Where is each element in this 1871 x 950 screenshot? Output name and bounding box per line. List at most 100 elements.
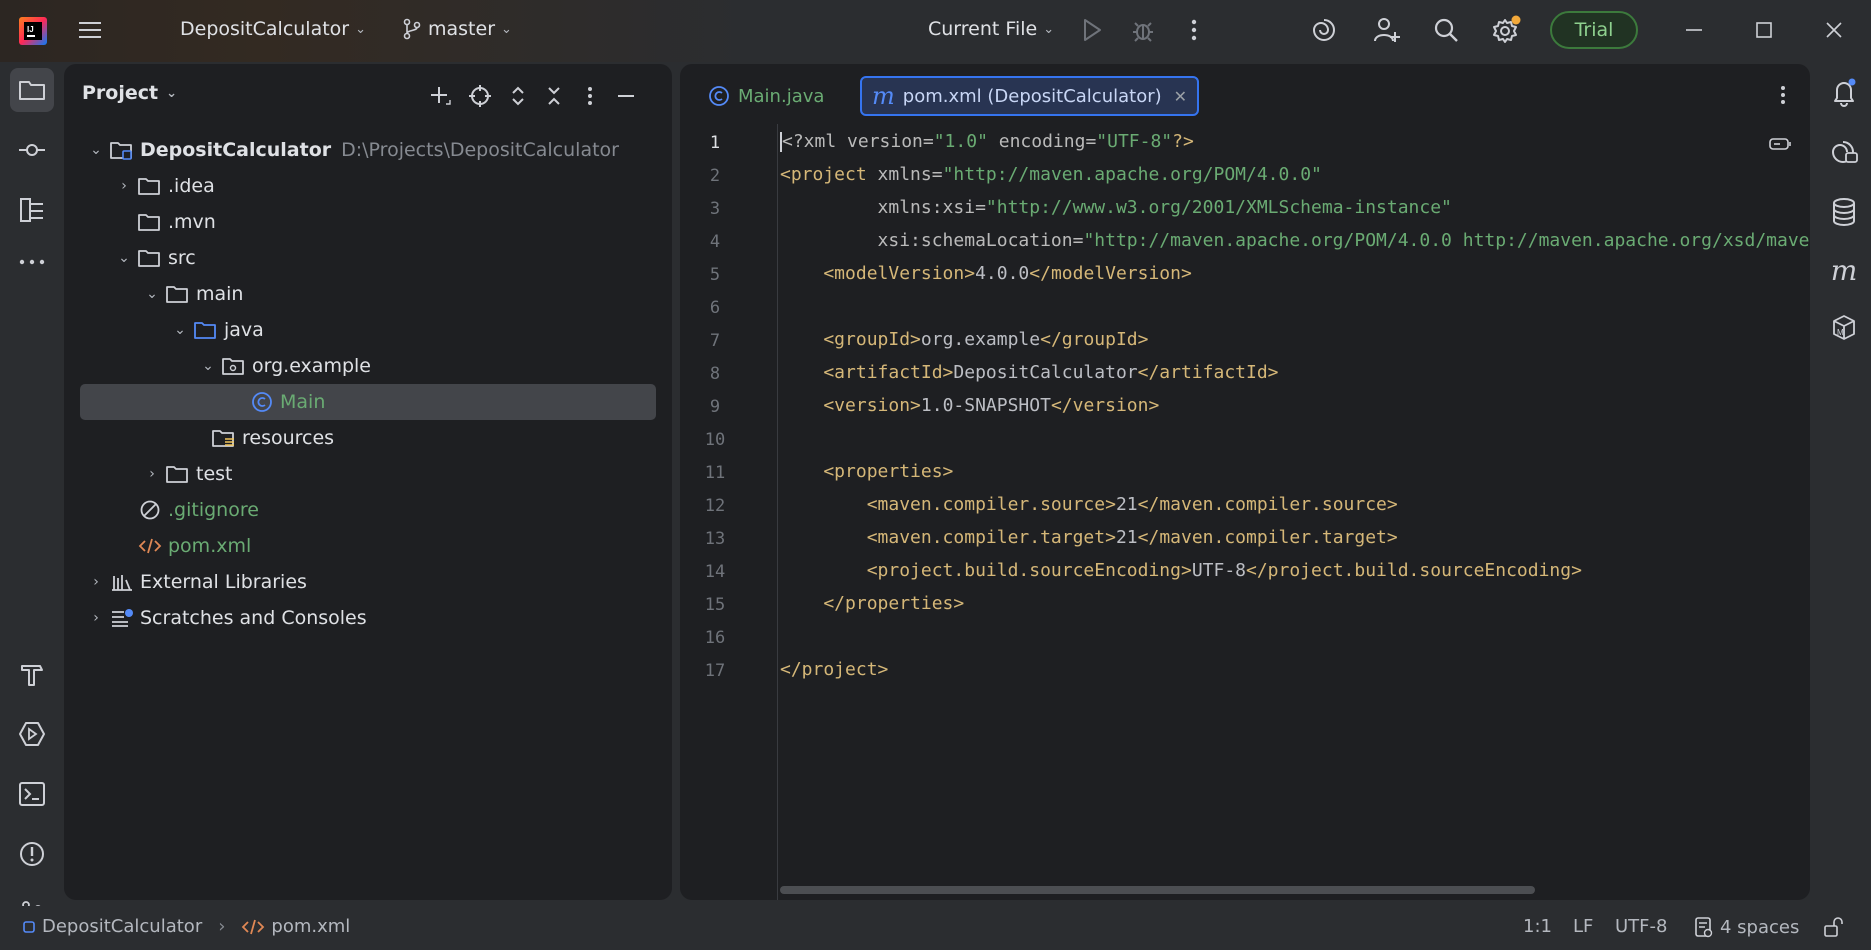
debug-icon[interactable] xyxy=(1130,17,1156,43)
more-tool-windows-icon[interactable] xyxy=(10,240,54,284)
java-class-icon xyxy=(250,392,274,412)
build-hammer-icon[interactable] xyxy=(10,652,54,696)
horizontal-scrollbar[interactable] xyxy=(780,886,1535,894)
tree-item-main-class[interactable]: Main xyxy=(80,384,656,420)
code-line-4[interactable]: xsi:schemaLocation="http://maven.apache.… xyxy=(780,230,1810,251)
run-icon[interactable] xyxy=(1080,17,1104,43)
line-number: 15 xyxy=(704,595,726,615)
code-line-5[interactable]: <modelVersion>4.0.0</modelVersion> xyxy=(780,263,1191,284)
chevron-right-icon[interactable]: › xyxy=(88,610,104,626)
line-separator[interactable]: LF xyxy=(1573,916,1593,937)
options-more-icon[interactable] xyxy=(572,80,608,112)
tree-item-gitignore[interactable]: .gitignore xyxy=(80,492,656,528)
code-line-12[interactable]: <maven.compiler.source>21</maven.compile… xyxy=(780,494,1398,515)
chevron-down-icon[interactable]: ⌄ xyxy=(144,286,160,302)
code-line-9[interactable]: <version>1.0-SNAPSHOT</version> xyxy=(780,395,1159,416)
indent-settings[interactable]: 4 spaces xyxy=(1694,916,1799,938)
tree-item-src[interactable]: ⌄ src xyxy=(80,240,656,276)
chevron-down-icon[interactable]: ⌄ xyxy=(172,322,188,338)
maven-m-icon[interactable]: m xyxy=(1824,250,1864,290)
code-token: xmlns:xsi= xyxy=(780,197,986,218)
tree-item-org-example[interactable]: ⌄ org.example xyxy=(80,348,656,384)
tree-item-test[interactable]: › test xyxy=(80,456,656,492)
read-only-lock-icon[interactable] xyxy=(1822,916,1844,938)
code-token: UTF-8 xyxy=(1191,560,1246,581)
maximize-window-icon[interactable] xyxy=(1752,16,1776,44)
add-user-icon[interactable] xyxy=(1372,15,1402,45)
code-line-14[interactable]: <project.build.sourceEncoding>UTF-8</pro… xyxy=(780,560,1582,581)
project-view-selector[interactable]: Project ⌄ xyxy=(82,82,177,104)
chevron-right-icon[interactable]: › xyxy=(144,466,160,482)
collapse-all-icon[interactable] xyxy=(536,80,572,112)
more-actions-icon[interactable] xyxy=(1186,16,1202,44)
notifications-bell-icon[interactable] xyxy=(1824,72,1864,112)
code-line-7[interactable]: <groupId>org.example</groupId> xyxy=(780,329,1148,350)
branch-switcher[interactable]: master ⌄ xyxy=(402,18,512,40)
code-line-15[interactable]: </properties> xyxy=(780,593,964,614)
editor-tabs-more-icon[interactable] xyxy=(1778,82,1788,112)
intellij-logo-icon[interactable]: IJ xyxy=(18,16,48,46)
tree-item-mvn[interactable]: .mvn xyxy=(80,204,656,240)
code-line-1[interactable]: <?xml version="1.0" encoding="UTF-8"?> xyxy=(780,131,1194,152)
terminal-icon[interactable] xyxy=(10,772,54,816)
close-window-icon[interactable] xyxy=(1822,16,1846,44)
tree-item-external-libraries[interactable]: › External Libraries xyxy=(80,564,656,600)
tab-main-java[interactable]: Main.java xyxy=(698,76,834,116)
settings-gear-icon[interactable] xyxy=(1490,14,1522,46)
chevron-down-icon[interactable]: ⌄ xyxy=(88,142,104,158)
tree-item-resources[interactable]: resources xyxy=(80,420,656,456)
project-switcher[interactable]: DepositCalculator ⌄ xyxy=(180,18,366,40)
breadcrumb-file[interactable]: pom.xml xyxy=(271,916,350,937)
breadcrumb: DepositCalculator › pom.xml xyxy=(22,916,350,937)
code-line-13[interactable]: <maven.compiler.target>21</maven.compile… xyxy=(780,527,1398,548)
tab-label: pom.xml (DepositCalculator) xyxy=(902,85,1162,107)
caret-position[interactable]: 1:1 xyxy=(1523,916,1552,937)
search-icon[interactable] xyxy=(1432,16,1460,44)
locate-file-crosshair-icon[interactable] xyxy=(460,80,500,112)
code-line-3[interactable]: xmlns:xsi="http://www.w3.org/2001/XMLSch… xyxy=(780,197,1452,218)
gradle-cube-icon[interactable]: M xyxy=(1824,308,1864,348)
file-encoding[interactable]: UTF-8 xyxy=(1615,916,1667,937)
chevron-down-icon: ⌄ xyxy=(166,85,177,101)
breadcrumb-project[interactable]: DepositCalculator xyxy=(42,916,202,937)
tree-item-label: test xyxy=(196,463,233,485)
tree-item-project-root[interactable]: ⌄ DepositCalculator D:\Projects\DepositC… xyxy=(80,132,656,168)
folder-icon xyxy=(166,284,190,304)
run-configuration-selector[interactable]: Current File ⌄ xyxy=(928,18,1054,40)
chevron-down-icon[interactable]: ⌄ xyxy=(116,250,132,266)
close-tab-icon[interactable]: ✕ xyxy=(1174,87,1187,106)
code-line-11[interactable]: <properties> xyxy=(780,461,953,482)
tab-pom-xml[interactable]: m pom.xml (DepositCalculator) ✕ xyxy=(860,76,1200,116)
code-line-17[interactable]: </project> xyxy=(780,659,888,680)
folder-icon xyxy=(138,212,162,232)
chevron-down-icon[interactable]: ⌄ xyxy=(200,358,216,374)
database-icon[interactable] xyxy=(1824,192,1864,232)
code-token: <?xml version= xyxy=(782,131,934,152)
tree-item-main[interactable]: ⌄ main xyxy=(80,276,656,312)
minimize-window-icon[interactable] xyxy=(1682,16,1706,44)
tree-item-idea[interactable]: › .idea xyxy=(80,168,656,204)
code-line-8[interactable]: <artifactId>DepositCalculator</artifactI… xyxy=(780,362,1278,383)
code-line-2[interactable]: <project xmlns="http://maven.apache.org/… xyxy=(780,164,1322,185)
tree-item-scratches[interactable]: › Scratches and Consoles xyxy=(80,600,656,636)
ai-assistant-icon[interactable] xyxy=(1310,16,1338,44)
project-tool-folder-icon[interactable] xyxy=(10,68,54,112)
chevron-right-icon[interactable]: › xyxy=(116,178,132,194)
tree-item-pom-xml[interactable]: pom.xml xyxy=(80,528,656,564)
ai-chat-icon[interactable] xyxy=(1824,132,1864,172)
chevron-right-icon[interactable]: › xyxy=(88,574,104,590)
services-run-icon[interactable] xyxy=(10,712,54,756)
main-menu-icon[interactable] xyxy=(76,16,104,44)
libraries-icon xyxy=(110,572,134,592)
new-file-plus-icon[interactable] xyxy=(420,80,460,112)
hide-panel-minus-icon[interactable] xyxy=(608,80,644,112)
code-token: 21 xyxy=(1115,494,1138,515)
tree-item-java[interactable]: ⌄ java xyxy=(80,312,656,348)
reader-mode-icon[interactable] xyxy=(1768,136,1792,156)
expand-all-icon[interactable] xyxy=(500,80,536,112)
trial-badge-button[interactable]: Trial xyxy=(1550,11,1638,49)
git-branch-icon xyxy=(402,18,422,40)
structure-icon[interactable] xyxy=(10,188,54,232)
commit-icon[interactable] xyxy=(10,128,54,172)
problems-icon[interactable] xyxy=(10,832,54,876)
